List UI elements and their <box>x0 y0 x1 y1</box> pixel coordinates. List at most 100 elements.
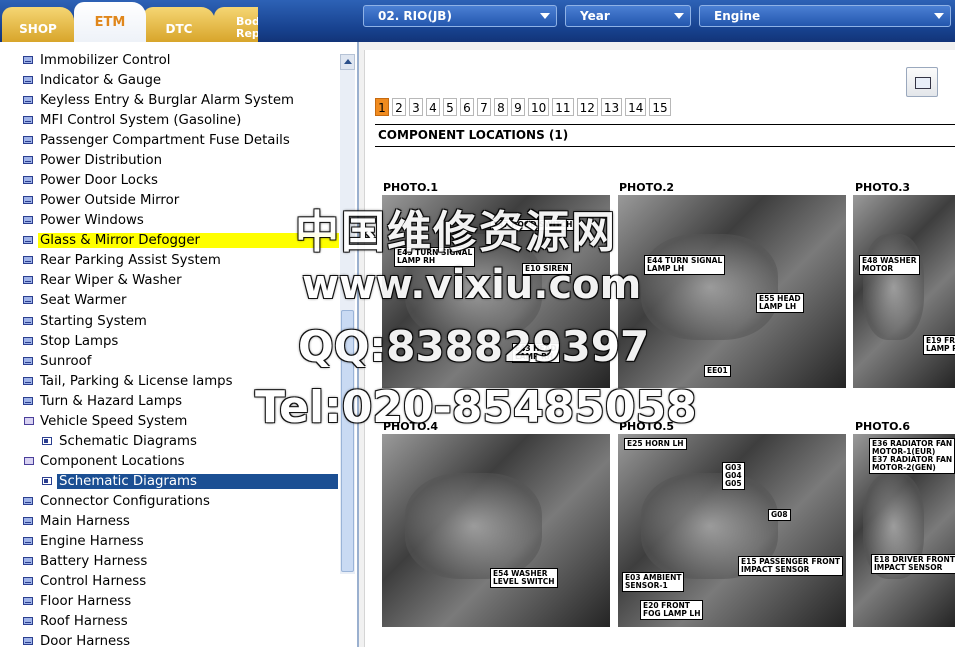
photo-6: E36 RADIATOR FAN MOTOR-1(EUR) E37 RADIAT… <box>853 434 955 627</box>
year-select[interactable]: Year <box>565 5 691 27</box>
book-icon <box>23 156 33 164</box>
book-icon <box>23 296 33 304</box>
model-select[interactable]: 02. RIO(JB) <box>363 5 557 27</box>
page-button[interactable]: 14 <box>625 98 647 116</box>
tab-dtc[interactable]: DTC <box>143 7 215 42</box>
tab-shop[interactable]: SHOP <box>2 7 74 42</box>
tree-item[interactable]: Power Windows <box>0 211 340 231</box>
page-button[interactable]: 11 <box>552 98 574 116</box>
tree-item-label: Control Harness <box>40 574 147 589</box>
tree-item-selected-yellow[interactable]: Glass & Mirror Defogger <box>0 231 340 251</box>
engine-select[interactable]: Engine <box>699 5 951 27</box>
book-icon <box>23 136 33 144</box>
chevron-down-icon <box>674 13 684 19</box>
tree-item-label: Passenger Compartment Fuse Details <box>40 133 290 148</box>
model-select-value: 02. RIO(JB) <box>378 9 452 23</box>
page-button[interactable]: 7 <box>477 98 491 116</box>
book-icon <box>23 116 33 124</box>
page-button[interactable]: 1 <box>375 98 389 116</box>
tree-subitem-selected[interactable]: Schematic Diagrams <box>0 472 340 492</box>
tree-item-label: Glass & Mirror Defogger <box>38 233 339 248</box>
year-select-value: Year <box>580 9 610 23</box>
tree-item-label: Power Distribution <box>40 153 163 168</box>
photo-label: PHOTO.1 <box>383 181 439 194</box>
tree-item[interactable]: Passenger Compartment Fuse Details <box>0 131 340 151</box>
engine-select-value: Engine <box>714 9 761 23</box>
page-button[interactable]: 9 <box>511 98 525 116</box>
tree-folder[interactable]: Component Locations <box>0 452 340 472</box>
tree-item[interactable]: Seat Warmer <box>0 291 340 311</box>
tab-etm[interactable]: ETM <box>74 2 146 42</box>
page-button[interactable]: 10 <box>528 98 550 116</box>
scroll-up-button[interactable] <box>340 54 355 70</box>
tree-item[interactable]: Rear Parking Assist System <box>0 251 340 271</box>
callout: E54 WASHER LEVEL SWITCH <box>490 568 558 588</box>
tree-item[interactable]: Control Harness <box>0 572 340 592</box>
tree-item[interactable]: Door Harness <box>0 632 340 647</box>
callout: E15 PASSENGER FRONT IMPACT SENSOR <box>738 556 843 576</box>
tab-shop-label: SHOP <box>19 21 57 36</box>
callout: E03 AMBIENT SENSOR-1 <box>622 572 685 592</box>
chevron-down-icon <box>540 13 550 19</box>
tree-item[interactable]: Battery Harness <box>0 552 340 572</box>
tree-item-label: Connector Configurations <box>40 494 210 509</box>
divider <box>375 124 955 125</box>
photo-label: PHOTO.2 <box>619 181 675 194</box>
photo-label: PHOTO.3 <box>855 181 911 194</box>
tree-item-label: Sunroof <box>40 354 92 369</box>
tree-item[interactable]: Indicator & Gauge <box>0 71 340 91</box>
tree-item[interactable]: Keyless Entry & Burglar Alarm System <box>0 91 340 111</box>
tree-item[interactable]: Rear Wiper & Washer <box>0 271 340 291</box>
page-button[interactable]: 8 <box>494 98 508 116</box>
book-icon <box>23 317 33 325</box>
photo-2: E44 TURN SIGNAL LAMP LH E55 HEAD LAMP LH… <box>618 195 846 388</box>
book-icon <box>23 236 33 244</box>
book-icon <box>23 617 33 625</box>
page-button[interactable]: 3 <box>409 98 423 116</box>
tree-item-label: Door Harness <box>40 634 131 647</box>
book-icon <box>23 176 33 184</box>
page-button[interactable]: 4 <box>426 98 440 116</box>
book-icon <box>23 76 33 84</box>
tab-body-repair-label: Body Repair <box>236 14 258 40</box>
page-button[interactable]: 15 <box>649 98 671 116</box>
tree-item[interactable]: MFI Control System (Gasoline) <box>0 111 340 131</box>
tree-subitem[interactable]: Schematic Diagrams <box>0 432 340 452</box>
book-icon <box>23 196 33 204</box>
watermark-line-4: Tel:020-85485058 <box>255 382 697 433</box>
page-button[interactable]: 13 <box>600 98 623 116</box>
tree-item[interactable]: Starting System <box>0 312 340 332</box>
callout: E18 DRIVER FRONT IMPACT SENSOR <box>871 554 955 574</box>
tree-item[interactable]: Roof Harness <box>0 612 340 632</box>
tree-item[interactable]: Connector Configurations <box>0 492 340 512</box>
tree-item[interactable]: Power Distribution <box>0 151 340 171</box>
tree-item[interactable]: Sunroof <box>0 352 340 372</box>
tree-item[interactable]: Immobilizer Control <box>0 51 340 71</box>
tree-item[interactable]: Floor Harness <box>0 592 340 612</box>
tree-item-label: Tail, Parking & License lamps <box>40 374 233 389</box>
tree-item[interactable]: Stop Lamps <box>0 332 340 352</box>
printer-icon <box>915 77 931 89</box>
tree-item-label: Immobilizer Control <box>40 53 171 68</box>
print-button[interactable] <box>906 67 938 97</box>
tab-body-repair[interactable]: Body Repair <box>214 7 258 42</box>
tree-item[interactable]: Engine Harness <box>0 532 340 552</box>
book-icon <box>23 56 33 64</box>
section-title: COMPONENT LOCATIONS (1) <box>378 128 569 142</box>
tree-item-label: Component Locations <box>40 454 185 469</box>
tree-item[interactable]: Power Outside Mirror <box>0 191 340 211</box>
book-icon <box>23 377 33 385</box>
tree-item[interactable]: Power Door Locks <box>0 171 340 191</box>
callout: E36 RADIATOR FAN MOTOR-1(EUR) E37 RADIAT… <box>869 438 955 474</box>
tree-item-label: Roof Harness <box>40 614 128 629</box>
book-icon <box>23 517 33 525</box>
divider <box>375 146 955 147</box>
tree-item[interactable]: Main Harness <box>0 512 340 532</box>
page-button[interactable]: 6 <box>460 98 474 116</box>
page-button[interactable]: 5 <box>443 98 457 116</box>
callout: G08 <box>768 509 791 521</box>
photo-5: E25 HORN LH G03 G04 G05 G08 E15 PASSENGE… <box>618 434 846 627</box>
page-button[interactable]: 12 <box>576 98 598 116</box>
page-button[interactable]: 2 <box>392 98 406 116</box>
tree-item-label: Power Door Locks <box>40 173 158 188</box>
